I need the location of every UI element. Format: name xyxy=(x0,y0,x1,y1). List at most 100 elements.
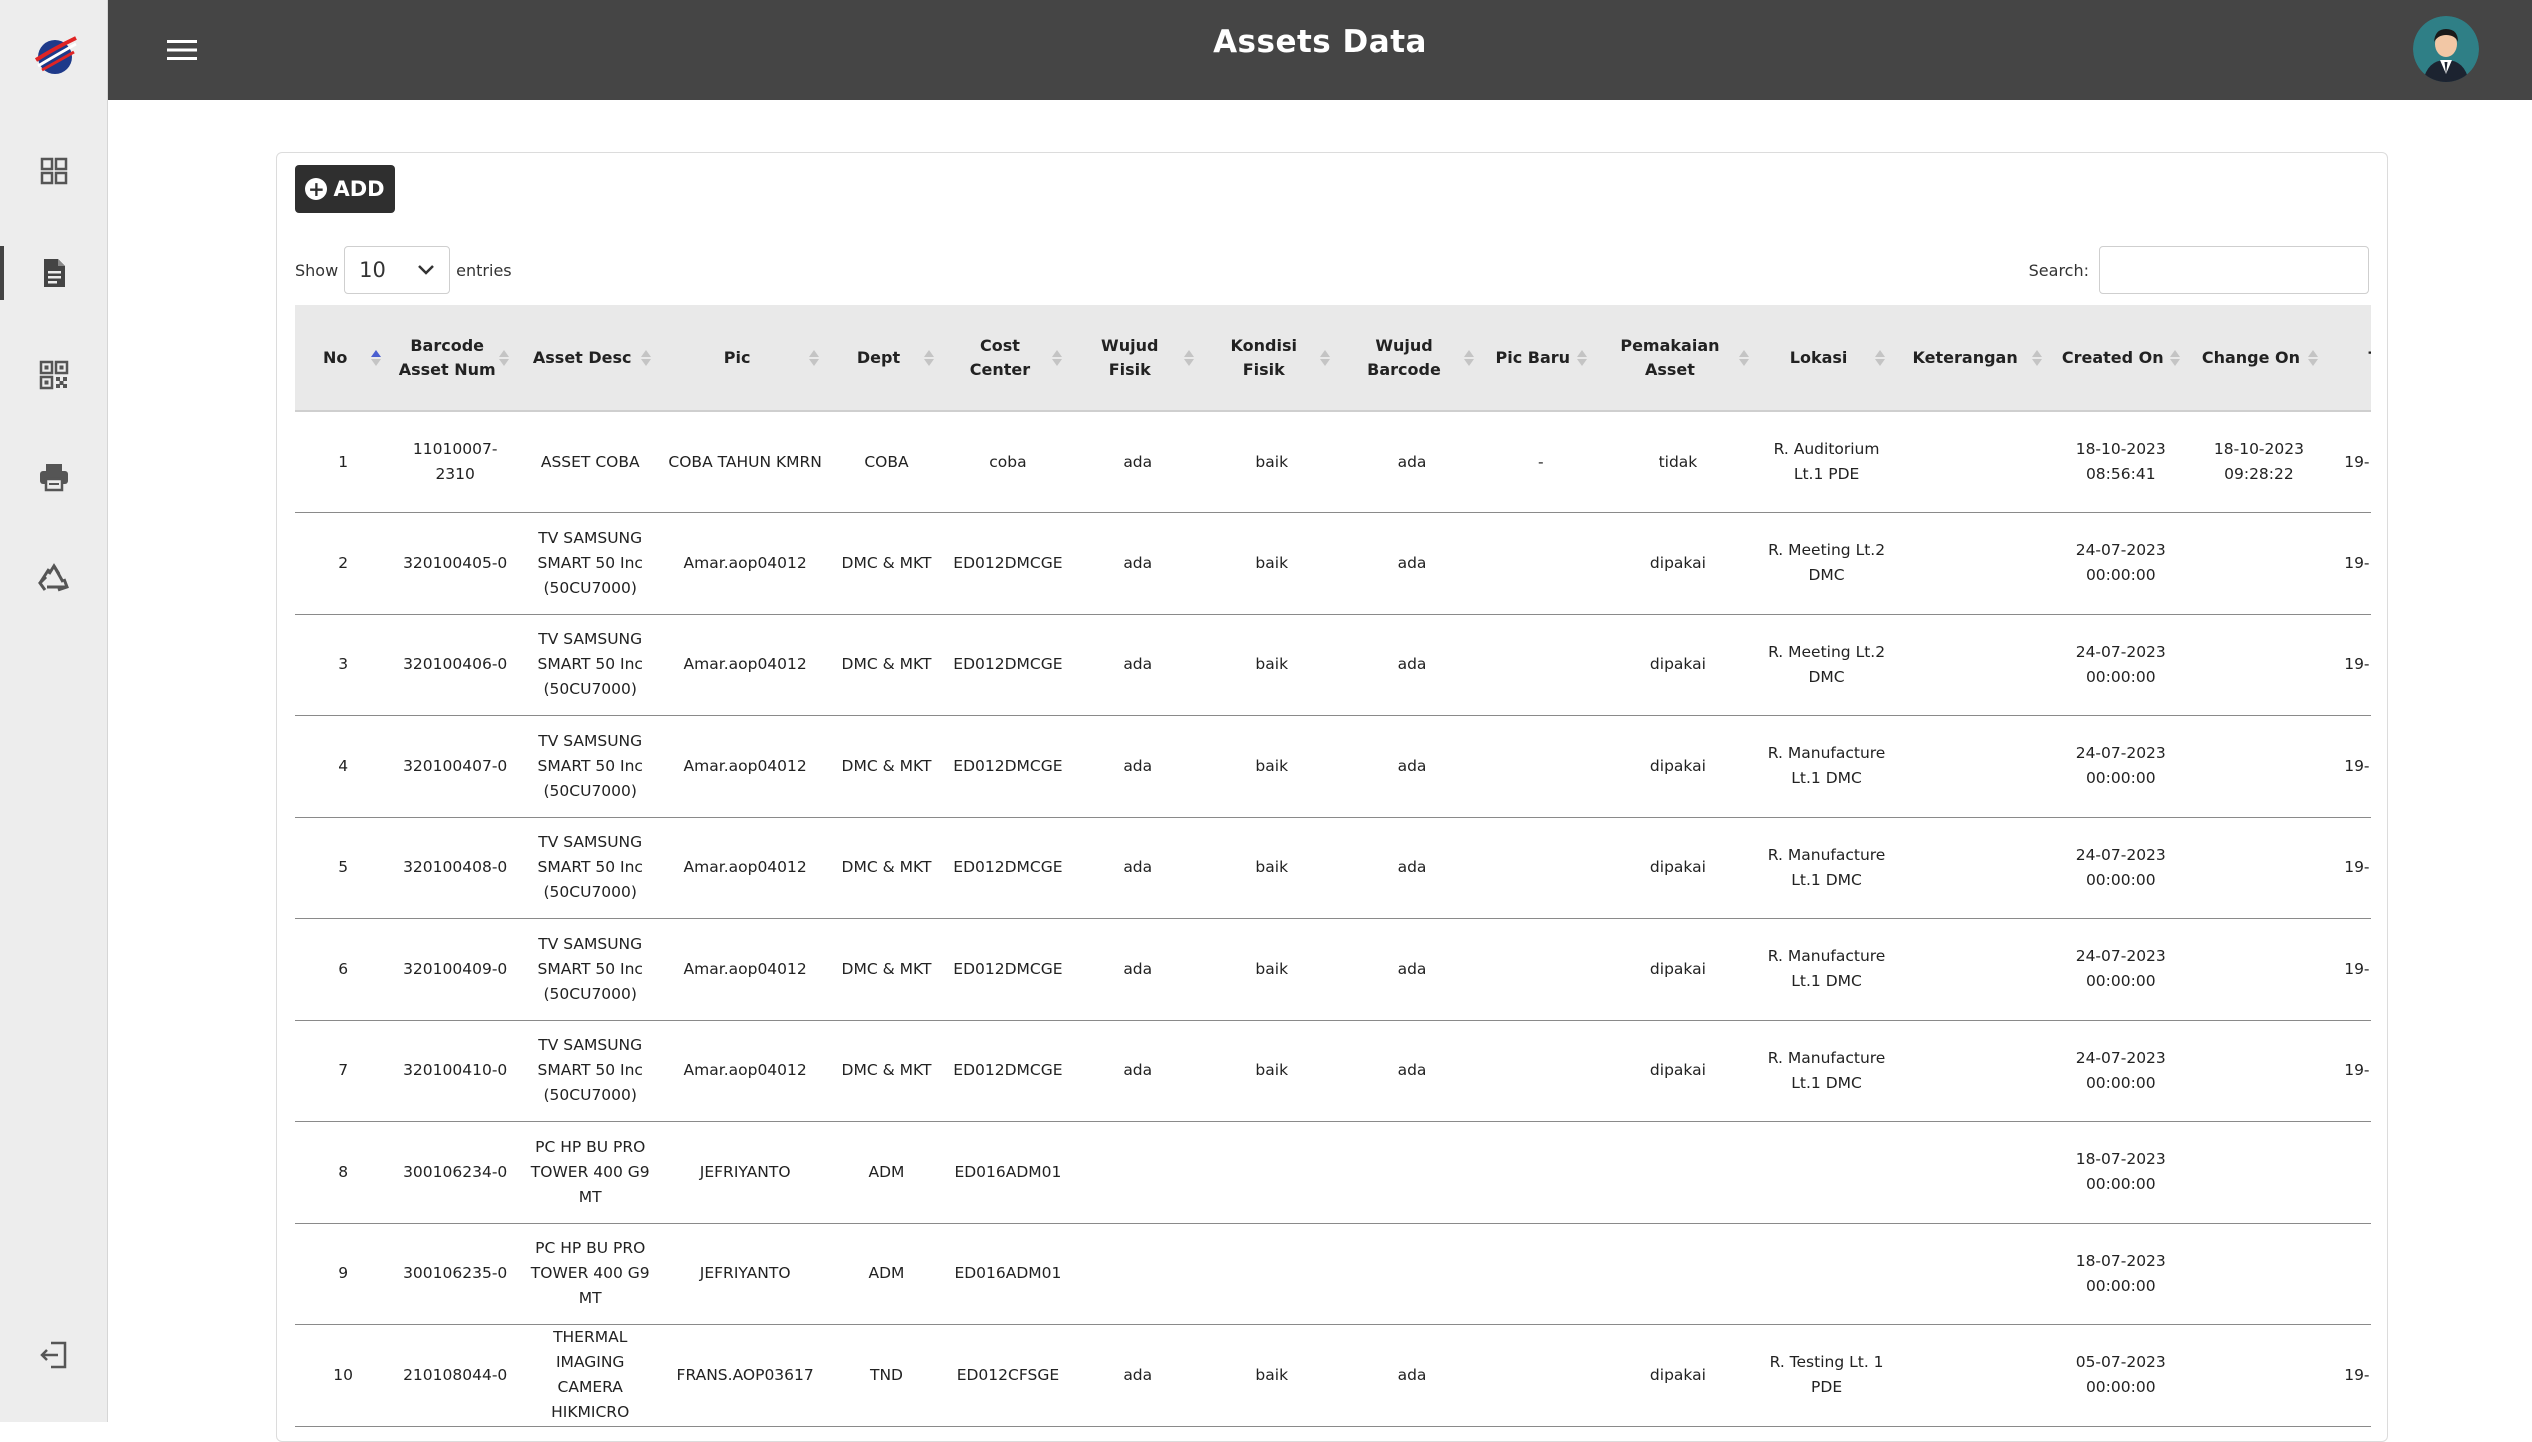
table-row[interactable]: 5 320100408-0 TV SAMSUNG SMART 50 Inc (50C… xyxy=(295,817,2371,919)
table-row[interactable]: 6 320100409-0 TV SAMSUNG SMART 50 Inc (50C… xyxy=(295,918,2371,1021)
table-cell: ED012DMCGE xyxy=(944,715,1072,818)
table-cell: COBA xyxy=(828,411,945,513)
table-cell: THERMAL IMAGING CAMERA HIKMICRO xyxy=(519,1324,662,1427)
table-row[interactable]: 3 320100406-0 TV SAMSUNG SMART 50 Inc (50C… xyxy=(295,614,2371,716)
column-header-label: Timestamp xyxy=(2369,348,2372,367)
table-cell: 5 xyxy=(295,817,392,919)
table-cell: TV SAMSUNG SMART 50 Inc (50CU7000) xyxy=(519,614,662,716)
table-cell: 210108044-0 xyxy=(391,1324,520,1427)
entries-select[interactable]: 10 xyxy=(344,246,451,294)
column-header-label: Pic Baru xyxy=(1495,347,1571,367)
entries-label: entries xyxy=(456,260,512,280)
table-cell: dipakai xyxy=(1597,715,1759,818)
table-cell: ED012DMCGE xyxy=(944,817,1072,919)
table-cell: 19-10-2023 09:58:00 xyxy=(2328,715,2371,818)
column-header[interactable]: Pic xyxy=(661,305,829,412)
search-input[interactable] xyxy=(2099,246,2369,294)
add-asset-button[interactable]: + ADD xyxy=(295,165,395,213)
table-row[interactable]: 7 320100410-0 TV SAMSUNG SMART 50 Inc (50C… xyxy=(295,1020,2371,1122)
table-cell xyxy=(1484,614,1598,716)
table-cell xyxy=(1894,411,2052,513)
table-row[interactable]: 10 210108044-0 THERMAL IMAGING CAMERA HIKM… xyxy=(295,1324,2371,1427)
table-cell xyxy=(1071,1223,1204,1325)
column-header[interactable]: Barcode Asset Num xyxy=(391,305,520,412)
table-cell xyxy=(2189,512,2329,615)
table-cell: 4 xyxy=(295,715,392,818)
table-cell: DMC & MKT xyxy=(828,614,945,716)
sidebar-item-dashboard[interactable] xyxy=(0,136,108,206)
column-header[interactable]: Wujud Fisik xyxy=(1071,305,1204,412)
column-header[interactable]: Pemakaian Asset xyxy=(1597,305,1759,412)
table-row[interactable]: 2 320100405-0 TV SAMSUNG SMART 50 Inc (50C… xyxy=(295,512,2371,615)
table-header-row: No Barcode Asset Num Asset Desc Pic Dept Cost… xyxy=(295,305,2372,412)
sort-arrows-icon xyxy=(641,349,652,366)
company-logo-icon[interactable] xyxy=(30,30,80,80)
table-cell: ada xyxy=(1339,918,1485,1021)
table-row[interactable]: 1 11010007-2310 ASSET COBA COBA TAHUN KMRN C… xyxy=(295,411,2371,513)
column-header[interactable]: No xyxy=(295,305,392,412)
table-cell: 320100406-0 xyxy=(391,614,520,716)
sidebar-item-qr[interactable] xyxy=(0,340,108,410)
sidebar-item-recycle[interactable] xyxy=(0,544,108,614)
document-icon xyxy=(44,259,65,287)
table-cell: R. Auditorium Lt.1 PDE xyxy=(1758,411,1895,513)
logout-button[interactable] xyxy=(0,1320,108,1390)
show-label: Show xyxy=(295,260,339,280)
table-cell xyxy=(1894,1020,2052,1122)
table-cell: 24-07-2023 00:00:00 xyxy=(2051,614,2190,716)
table-cell: ada xyxy=(1071,817,1204,919)
table-cell: JEFRIYANTO xyxy=(661,1223,829,1325)
assets-table-wrapper[interactable]: No Barcode Asset Num Asset Desc Pic Dept Cost… xyxy=(295,305,2372,1441)
column-header[interactable]: Change On xyxy=(2189,305,2329,412)
table-cell xyxy=(1894,512,2052,615)
table-cell xyxy=(1484,1324,1598,1427)
column-header-label: Pic xyxy=(723,347,751,367)
sidebar-item-assets[interactable] xyxy=(0,238,108,308)
column-header-label: Lokasi xyxy=(1789,347,1848,367)
sidebar-item-print[interactable] xyxy=(0,442,108,512)
column-header-label: Wujud Barcode xyxy=(1367,335,1441,379)
table-cell xyxy=(2189,918,2329,1021)
sort-arrows-icon xyxy=(924,349,935,366)
table-cell: 320100407-0 xyxy=(391,715,520,818)
table-cell xyxy=(1597,1121,1759,1224)
column-header[interactable]: Kondisi Fisik xyxy=(1203,305,1340,412)
column-header[interactable]: Pic Baru xyxy=(1484,305,1598,412)
table-cell: 19-10-2023 10:10:00 xyxy=(2328,918,2371,1021)
table-cell: R. Manufacture Lt.1 DMC xyxy=(1758,918,1895,1021)
sort-arrows-icon xyxy=(2031,349,2042,366)
table-cell: Amar.aop04012 xyxy=(661,512,829,615)
table-row[interactable]: 4 320100407-0 TV SAMSUNG SMART 50 Inc (50C… xyxy=(295,715,2371,818)
table-cell: baik xyxy=(1203,1324,1340,1427)
table-cell: Amar.aop04012 xyxy=(661,1020,829,1122)
table-cell xyxy=(2189,715,2329,818)
table-cell xyxy=(2328,1223,2371,1325)
column-header-label: Cost Center xyxy=(969,335,1031,379)
table-cell xyxy=(1484,817,1598,919)
table-row[interactable]: 9 300106235-0 PC HP BU PRO TOWER 400 G9 MT… xyxy=(295,1223,2371,1325)
table-cell: ada xyxy=(1071,512,1204,615)
table-cell: 18-10-2023 08:56:41 xyxy=(2051,411,2190,513)
column-header[interactable]: Created On xyxy=(2051,305,2190,412)
column-header[interactable]: Cost Center xyxy=(944,305,1072,412)
table-cell: - xyxy=(1484,411,1598,513)
column-header[interactable]: Asset Desc xyxy=(519,305,662,412)
user-avatar[interactable] xyxy=(2413,16,2479,82)
column-header[interactable]: Dept xyxy=(828,305,945,412)
table-cell xyxy=(2189,1223,2329,1325)
table-cell: ada xyxy=(1071,411,1204,513)
table-cell: dipakai xyxy=(1597,817,1759,919)
column-header[interactable]: Wujud Barcode xyxy=(1339,305,1485,412)
page-title: Assets Data xyxy=(1213,24,1427,60)
column-header[interactable]: Keterangan xyxy=(1894,305,2052,412)
column-header[interactable]: Timestamp xyxy=(2328,305,2372,412)
table-cell: dipakai xyxy=(1597,512,1759,615)
table-cell: Amar.aop04012 xyxy=(661,817,829,919)
table-cell: ED012DMCGE xyxy=(944,918,1072,1021)
table-cell xyxy=(2189,614,2329,716)
table-cell xyxy=(1894,1223,2052,1325)
column-header[interactable]: Lokasi xyxy=(1758,305,1895,412)
entries-select-value: 10 xyxy=(359,258,386,282)
table-row[interactable]: 8 300106234-0 PC HP BU PRO TOWER 400 G9 MT… xyxy=(295,1121,2371,1224)
table-cell: 19-10-2023 10:15:00 xyxy=(2328,1020,2371,1122)
